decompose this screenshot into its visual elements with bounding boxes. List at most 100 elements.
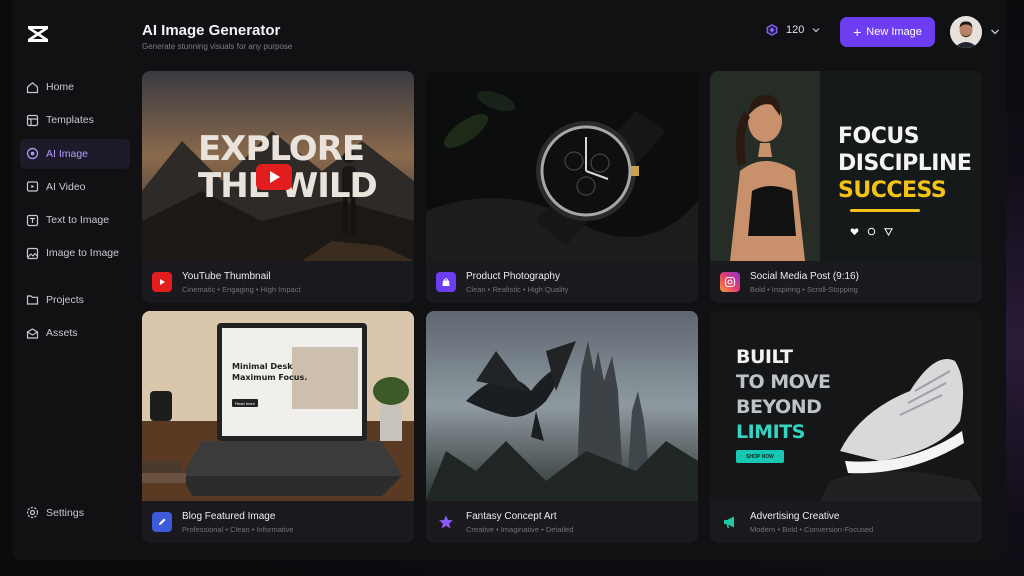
overlay-underline bbox=[850, 209, 920, 212]
ai-video-icon bbox=[26, 180, 39, 193]
card-description: Modern • Bold • Conversion-Focused bbox=[750, 525, 874, 534]
card-title: Fantasy Concept Art bbox=[466, 511, 557, 522]
card-meta: Social Media Post (9:16) Bold • Inspirin… bbox=[710, 261, 982, 303]
card-meta: Advertising Creative Modern • Bold • Con… bbox=[710, 501, 982, 543]
sidebar-item-label: Projects bbox=[46, 293, 84, 306]
chevron-down-icon bbox=[812, 26, 820, 34]
card-description: Creative • Imaginative • Detailed bbox=[466, 525, 574, 534]
assets-icon bbox=[26, 327, 39, 340]
overlay-line: BUILT bbox=[736, 346, 793, 368]
card-thumbnail bbox=[426, 71, 698, 261]
image-to-image-icon bbox=[26, 247, 39, 260]
play-button-icon bbox=[256, 164, 292, 190]
sidebar-item-home[interactable]: Home bbox=[20, 72, 130, 102]
card-thumbnail: Minimal Desk Maximum Focus. Read more bbox=[142, 311, 414, 501]
card-title: Advertising Creative bbox=[750, 511, 840, 522]
sidebar-item-templates[interactable]: Templates bbox=[20, 105, 130, 135]
card-thumbnail: EXPLORE THE WILD bbox=[142, 71, 414, 261]
sidebar-item-label: AI Image bbox=[46, 147, 89, 160]
card-thumbnail bbox=[426, 311, 698, 501]
app-window: Home Templates AI Image AI Video Text to… bbox=[12, 0, 1006, 560]
sidebar-item-label: AI Video bbox=[46, 180, 86, 193]
card-title: Social Media Post (9:16) bbox=[750, 271, 859, 282]
card-meta: Fantasy Concept Art Creative • Imaginati… bbox=[426, 501, 698, 543]
star-icon bbox=[436, 512, 456, 532]
heart-icon bbox=[850, 223, 859, 241]
overlay-line: EXPLORE bbox=[198, 129, 365, 169]
page-title: AI Image Generator bbox=[142, 22, 281, 39]
credits-dropdown[interactable]: 120 bbox=[766, 24, 820, 36]
sidebar-item-label: Text to Image bbox=[46, 214, 110, 227]
overlay-line: Maximum Focus. bbox=[232, 373, 308, 382]
sidebar-item-settings[interactable]: Settings bbox=[26, 506, 84, 519]
capcut-logo-icon[interactable] bbox=[26, 22, 50, 46]
credits-count: 120 bbox=[786, 24, 805, 36]
folder-icon bbox=[26, 293, 39, 306]
overlay-line: Minimal Desk bbox=[232, 362, 293, 371]
new-image-button[interactable]: + New Image bbox=[840, 17, 935, 47]
page-subtitle: Generate stunning visuals for any purpos… bbox=[142, 42, 293, 51]
sidebar-item-label: Home bbox=[46, 81, 75, 93]
template-card-social-media-post[interactable]: FOCUS DISCIPLINE SUCCESS Social Media Po… bbox=[710, 71, 982, 303]
template-card-youtube-thumbnail[interactable]: EXPLORE THE WILD YouTube Thumbnail Cinem… bbox=[142, 71, 414, 303]
new-image-label: New Image bbox=[866, 26, 922, 38]
card-thumbnail: FOCUS DISCIPLINE SUCCESS bbox=[710, 71, 982, 261]
card-description: Cinematic • Engaging • High Impact bbox=[182, 285, 301, 294]
megaphone-icon bbox=[720, 512, 740, 532]
gear-icon bbox=[26, 506, 39, 519]
card-title: Blog Featured Image bbox=[182, 511, 276, 522]
overlay-line: BEYOND bbox=[736, 396, 822, 418]
sidebar: Home Templates AI Image AI Video Text to… bbox=[12, 0, 132, 560]
template-card-blog-featured-image[interactable]: Minimal Desk Maximum Focus. Read more Bl… bbox=[142, 311, 414, 543]
template-card-product-photography[interactable]: Product Photography Clean • Realistic • … bbox=[426, 71, 698, 303]
home-icon bbox=[26, 81, 39, 94]
plus-icon: + bbox=[853, 24, 862, 40]
card-description: Bold • Inspiring • Scroll-Stopping bbox=[750, 285, 858, 294]
overlay-headline: BUILT TO MOVE BEYOND LIMITS bbox=[736, 345, 831, 445]
overlay-line: LIMITS bbox=[736, 421, 805, 443]
card-meta: Product Photography Clean • Realistic • … bbox=[426, 261, 698, 303]
post-actions bbox=[850, 223, 893, 241]
shop-now-button: SHOP NOW bbox=[736, 450, 784, 463]
overlay-line: DISCIPLINE bbox=[838, 151, 972, 176]
card-meta: Blog Featured Image Professional • Clean… bbox=[142, 501, 414, 543]
sidebar-item-label: Image to Image bbox=[46, 247, 119, 260]
card-title: Product Photography bbox=[466, 271, 560, 282]
sidebar-item-ai-image[interactable]: AI Image bbox=[20, 138, 130, 169]
text-to-image-icon bbox=[26, 214, 39, 227]
sidebar-nav: Home Templates AI Image AI Video Text to… bbox=[20, 72, 130, 351]
card-description: Clean • Realistic • High Quality bbox=[466, 285, 569, 294]
instagram-icon bbox=[720, 272, 740, 292]
settings-label: Settings bbox=[46, 506, 84, 519]
templates-icon bbox=[26, 114, 39, 127]
pencil-icon bbox=[152, 512, 172, 532]
sidebar-item-ai-video[interactable]: AI Video bbox=[20, 172, 130, 202]
nav-divider bbox=[20, 272, 130, 285]
card-meta: YouTube Thumbnail Cinematic • Engaging •… bbox=[142, 261, 414, 303]
overlay-headline: Minimal Desk Maximum Focus. bbox=[232, 361, 307, 383]
shopping-bag-icon bbox=[436, 272, 456, 292]
sidebar-item-text-to-image[interactable]: Text to Image bbox=[20, 205, 130, 235]
template-card-advertising-creative[interactable]: BUILT TO MOVE BEYOND LIMITS SHOP NOW Adv… bbox=[710, 311, 982, 543]
card-thumbnail: BUILT TO MOVE BEYOND LIMITS SHOP NOW bbox=[710, 311, 982, 501]
card-title: YouTube Thumbnail bbox=[182, 271, 271, 282]
avatar[interactable] bbox=[950, 16, 982, 48]
sidebar-item-assets[interactable]: Assets bbox=[20, 318, 130, 348]
card-description: Professional • Clean • Informative bbox=[182, 525, 294, 534]
credits-gem-icon bbox=[766, 24, 778, 36]
youtube-icon bbox=[152, 272, 172, 292]
sidebar-item-projects[interactable]: Projects bbox=[20, 285, 130, 315]
sidebar-item-label: Templates bbox=[46, 114, 94, 127]
sidebar-item-label: Assets bbox=[46, 327, 78, 340]
overlay-headline: FOCUS DISCIPLINE SUCCESS bbox=[838, 123, 972, 204]
template-card-fantasy-concept-art[interactable]: Fantasy Concept Art Creative • Imaginati… bbox=[426, 311, 698, 543]
ai-image-icon bbox=[26, 147, 39, 160]
comment-icon bbox=[867, 223, 876, 241]
read-more-button: Read more bbox=[232, 399, 258, 407]
overlay-line: FOCUS bbox=[838, 124, 920, 149]
avatar-chevron-down-icon[interactable] bbox=[990, 28, 1000, 36]
overlay-line: TO MOVE bbox=[736, 371, 831, 393]
share-icon bbox=[884, 223, 893, 241]
overlay-line: SUCCESS bbox=[838, 178, 947, 203]
sidebar-item-image-to-image[interactable]: Image to Image bbox=[20, 238, 130, 268]
